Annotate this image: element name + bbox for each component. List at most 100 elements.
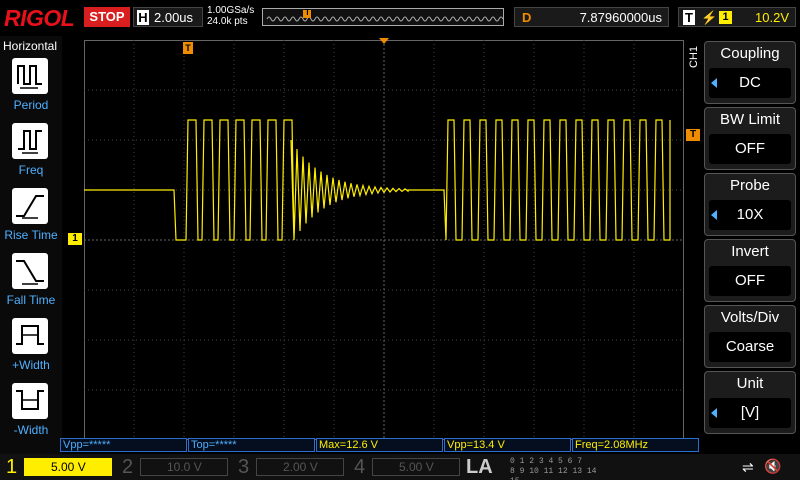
logic-channel-cell: 12 [558, 467, 573, 476]
logic-channel-cell: 10 [529, 467, 544, 476]
measurement-item[interactable]: Vpp=13.4 V [444, 438, 571, 452]
channel-menu-tag: CH1 [688, 45, 700, 68]
measure-pos-width-button[interactable]: +Width [0, 318, 62, 382]
horizontal-measure-menu: Horizontal Period Freq Rise Time Fall Ti… [0, 36, 62, 456]
trigger-level-marker[interactable]: T [686, 129, 700, 141]
center-time-marker [379, 38, 389, 44]
channel-menu: Coupling DC BW Limit OFF Probe 10X Inver… [700, 36, 800, 456]
horizontal-scale-value: 2.00us [154, 10, 194, 25]
period-icon [12, 58, 48, 94]
trigger-box[interactable]: T ⚡ 1 10.2V [678, 7, 796, 27]
volts-div-title: Volts/Div [720, 309, 780, 326]
channel3-scale: 2.00 V [256, 458, 344, 476]
period-label: Period [13, 98, 49, 112]
measure-period-button[interactable]: Period [0, 58, 62, 122]
measurement-item[interactable]: Vpp=***** [60, 438, 187, 452]
volts-div-softkey[interactable]: Volts/Div Coarse [704, 305, 796, 368]
delay-label: D [522, 10, 532, 25]
logic-channel-row: 0 1 2 3 4 5 6 7 [510, 457, 600, 467]
logic-channel-cell: 13 [572, 467, 587, 476]
invert-title: Invert [731, 243, 769, 260]
trigger-level: 10.2V [755, 10, 789, 25]
trigger-position-marker-label: T [185, 43, 191, 53]
invert-softkey[interactable]: Invert OFF [704, 239, 796, 302]
channel1-offset-marker[interactable]: 1 [68, 233, 82, 245]
delay-value: 7.87960000us [579, 10, 662, 25]
brand-logo: RIGOL [4, 5, 75, 31]
memory-depth: 24.0k pts [207, 16, 248, 27]
freq-icon [12, 123, 48, 159]
unit-value: [V] [709, 398, 791, 428]
logic-channel-cell: 7 [577, 457, 583, 466]
unit-title: Unit [736, 375, 764, 392]
channel-status-bar: 1 5.00 V 2 10.0 V 3 2.00 V 4 5.00 V LA 0… [0, 454, 800, 480]
sample-rate: 1.00GSa/s [207, 5, 255, 16]
bw-limit-title: BW Limit [720, 111, 780, 128]
coupling-value: DC [709, 68, 791, 98]
logic-channel-cell: 9 [519, 467, 530, 476]
coupling-arrow-icon [711, 78, 717, 88]
channel1-number: 1 [6, 456, 18, 478]
bw-limit-value: OFF [709, 134, 791, 164]
run-stop-status[interactable]: STOP [84, 7, 130, 27]
channel2-scale: 10.0 V [140, 458, 228, 476]
probe-arrow-icon [711, 210, 717, 220]
logic-channel-cell: 5 [558, 457, 568, 466]
bw-limit-softkey[interactable]: BW Limit OFF [704, 107, 796, 170]
graticule [84, 40, 684, 440]
neg-width-icon [12, 383, 48, 419]
measure-freq-button[interactable]: Freq [0, 123, 62, 187]
left-menu-title: Horizontal [3, 39, 58, 53]
channel4-scale: 5.00 V [372, 458, 460, 476]
trigger-position-marker[interactable]: T [183, 42, 193, 54]
trigger-label: T [683, 10, 695, 25]
unit-softkey[interactable]: Unit [V] [704, 371, 796, 434]
logic-channel-grid[interactable]: 0 1 2 3 4 5 6 7 8 9 10 11 12 13 14 15 [510, 457, 600, 480]
neg-width-label: -Width [13, 423, 49, 437]
horizontal-scale-box[interactable]: H 2.00us [133, 7, 203, 27]
trigger-level-marker-label: T [689, 129, 697, 140]
volts-div-value: Coarse [709, 332, 791, 362]
coupling-softkey[interactable]: Coupling DC [704, 41, 796, 104]
fall-time-icon [12, 253, 48, 289]
delay-box[interactable]: D 7.87960000us [514, 7, 669, 27]
logic-channel-cell: 2 [529, 457, 539, 466]
measurement-item[interactable]: Max=12.6 V [316, 438, 443, 452]
logic-channel-cell: 8 [510, 467, 520, 476]
sample-info: 1.00GSa/s 24.0k pts [207, 5, 254, 27]
fall-time-label: Fall Time [6, 293, 56, 307]
logic-channel-cell: 4 [548, 457, 559, 466]
measure-neg-width-button[interactable]: -Width [0, 383, 62, 447]
logic-channel-row: 8 9 10 11 12 13 14 15 [510, 467, 600, 480]
channel3-status[interactable]: 3 2.00 V [232, 454, 348, 480]
memory-overview-bar[interactable]: T [262, 8, 504, 26]
probe-softkey[interactable]: Probe 10X [704, 173, 796, 236]
channel2-number: 2 [122, 456, 134, 478]
logic-channel-cell: 6 [567, 457, 578, 466]
measurement-item[interactable]: Freq=2.08MHz [572, 438, 699, 452]
channel2-status[interactable]: 2 10.0 V [116, 454, 232, 480]
channel1-status[interactable]: 1 5.00 V [0, 454, 116, 480]
rising-edge-icon: ⚡ [701, 10, 718, 25]
invert-value: OFF [709, 266, 791, 296]
probe-title: Probe [729, 177, 771, 194]
pos-width-label: +Width [12, 358, 50, 372]
logic-channel-cell: 14 [586, 467, 597, 476]
logic-channel-cell: 1 [519, 457, 530, 466]
logic-channel-cell: 0 [510, 457, 520, 466]
measure-fall-time-button[interactable]: Fall Time [0, 253, 62, 317]
coupling-title: Coupling [720, 45, 780, 62]
pos-width-icon [12, 318, 48, 354]
channel4-status[interactable]: 4 5.00 V [348, 454, 464, 480]
trigger-source: 1 [719, 11, 732, 24]
logic-channel-cell: 3 [538, 457, 549, 466]
rise-time-label: Rise Time [4, 228, 58, 242]
rise-time-icon [12, 188, 48, 224]
channel3-number: 3 [238, 456, 250, 478]
measure-rise-time-button[interactable]: Rise Time [0, 188, 62, 252]
speaker-muted-icon[interactable]: 🔇 [764, 458, 781, 475]
measurement-item[interactable]: Top=***** [188, 438, 315, 452]
channel1-scale: 5.00 V [24, 458, 112, 476]
waveform-display[interactable] [84, 40, 684, 440]
logic-analyzer-label[interactable]: LA [466, 454, 493, 480]
